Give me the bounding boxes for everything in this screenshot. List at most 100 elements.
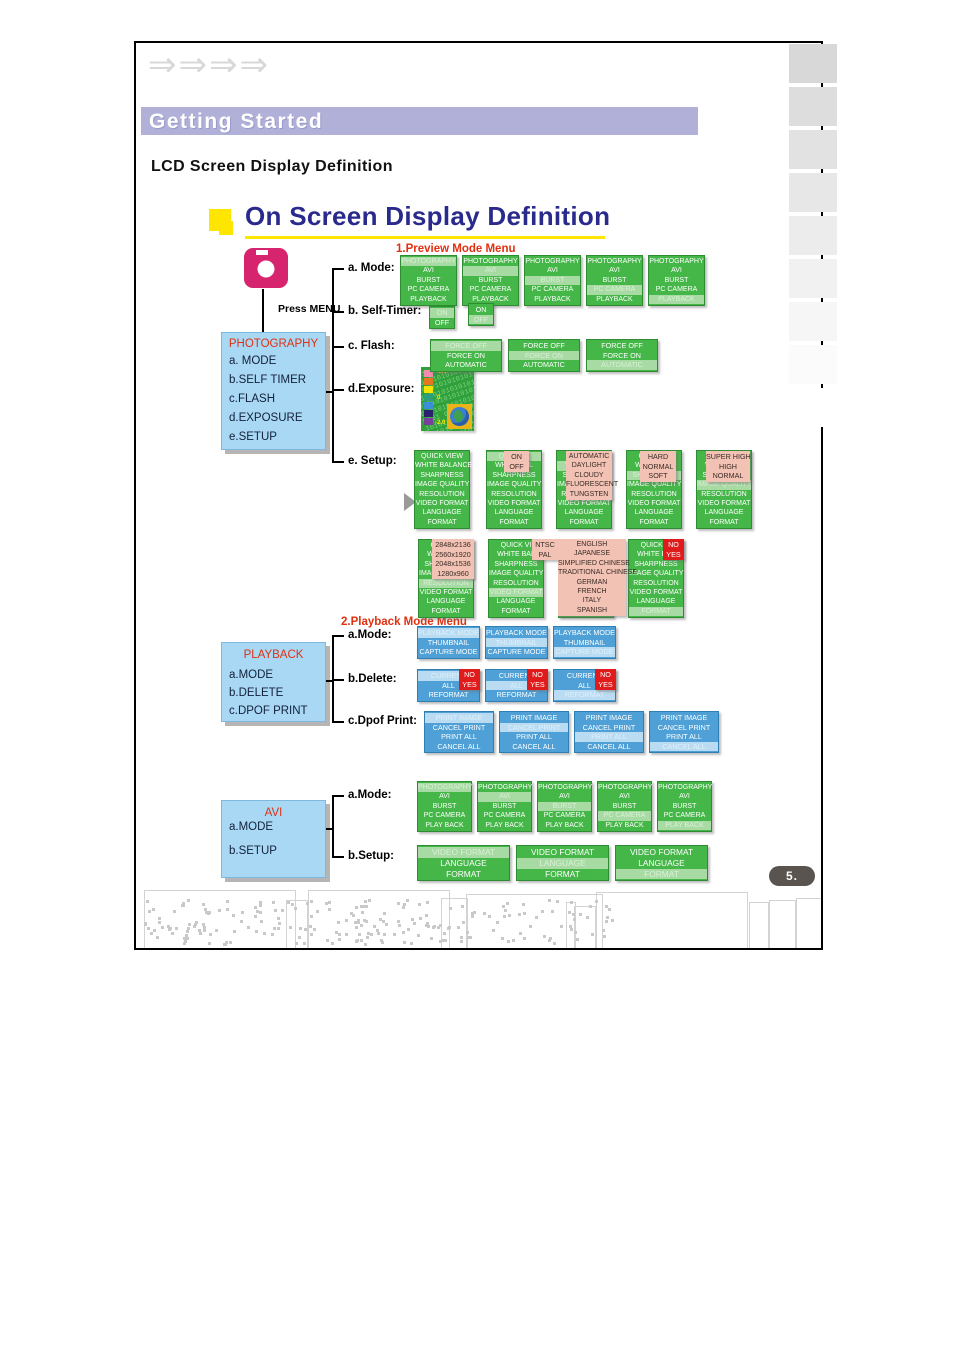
menu-option[interactable]: PLAY BACK bbox=[598, 821, 651, 830]
panel-item[interactable]: b.SELF TIMER bbox=[229, 374, 306, 386]
side-tab[interactable] bbox=[789, 173, 837, 212]
menu-option[interactable]: BURST bbox=[463, 276, 518, 285]
self-timer-chip[interactable]: ON OFF bbox=[468, 303, 494, 327]
menu-option[interactable]: FORMAT bbox=[629, 606, 683, 617]
setup-menu-chip[interactable]: QUICK VIEW WHITE BALANCE SHARPNESS IMAGE QU… bbox=[414, 450, 472, 530]
flash-menu-chip[interactable]: FORCE OFF FORCE ON AUTOMATIC bbox=[430, 339, 502, 372]
menu-option[interactable]: PC CAMERA bbox=[598, 811, 651, 821]
popup-option[interactable]: PAL bbox=[532, 550, 558, 560]
popup-option[interactable]: FRENCH bbox=[558, 587, 626, 596]
popup-option[interactable]: YES bbox=[595, 680, 616, 690]
menu-option[interactable]: PLAYBACK bbox=[649, 294, 704, 305]
menu-option[interactable]: CANCEL PRINT bbox=[500, 722, 568, 733]
menu-option[interactable]: VIDEO FORMAT bbox=[517, 847, 608, 858]
menu-option[interactable]: PC CAMERA bbox=[649, 285, 704, 294]
popup-option[interactable]: SIMPLIFIED CHINESE bbox=[558, 559, 630, 568]
quick-view-popup[interactable]: ON OFF bbox=[504, 451, 529, 473]
side-tab[interactable] bbox=[789, 216, 837, 255]
panel-item[interactable]: e.SETUP bbox=[229, 431, 277, 443]
menu-option[interactable]: PC CAMERA bbox=[538, 811, 591, 820]
menu-option[interactable]: RESOLUTION bbox=[415, 490, 469, 499]
menu-option[interactable]: FORMAT bbox=[415, 518, 469, 527]
menu-option[interactable]: AVI bbox=[401, 266, 456, 275]
menu-option[interactable]: PLAYBACK MODE bbox=[486, 628, 547, 638]
avi-setup-chip[interactable]: VIDEO FORMAT LANGUAGE FORMAT bbox=[516, 845, 609, 882]
menu-option[interactable]: AUTOMATIC bbox=[587, 360, 657, 370]
panel-item[interactable]: b.DELETE bbox=[229, 687, 283, 699]
popup-option[interactable]: AUTOMATIC bbox=[566, 452, 612, 461]
menu-option[interactable]: CANCEL PRINT bbox=[425, 723, 493, 733]
popup-option[interactable]: 1280x960 bbox=[432, 569, 474, 579]
menu-option[interactable]: CANCEL PRINT bbox=[575, 723, 643, 733]
popup-option[interactable]: TRADITIONAL CHINESE bbox=[558, 568, 637, 577]
menu-option[interactable]: PC CAMERA bbox=[525, 285, 580, 294]
menu-option[interactable]: WHITE BALANCE bbox=[415, 461, 472, 470]
menu-option[interactable]: VIDEO FORMAT bbox=[415, 499, 469, 508]
menu-option[interactable]: PLAYBACK bbox=[401, 295, 456, 304]
popup-option[interactable]: HIGH bbox=[706, 462, 750, 472]
menu-option[interactable]: CANCEL ALL bbox=[650, 741, 718, 752]
menu-option[interactable]: IMAGE QUALITY bbox=[629, 569, 683, 578]
menu-option[interactable]: PC CAMERA bbox=[587, 285, 642, 295]
menu-option[interactable]: PC CAMERA bbox=[401, 285, 456, 294]
menu-option[interactable]: PC CAMERA bbox=[478, 811, 531, 820]
popup-option[interactable]: SPANISH bbox=[558, 606, 626, 615]
playback-mode-chip[interactable]: PLAYBACK MODE THUMBNAIL CAPTURE MODE bbox=[485, 626, 548, 659]
panel-item[interactable]: a.MODE bbox=[229, 669, 273, 681]
popup-option[interactable]: SUPER HIGH bbox=[706, 452, 751, 462]
menu-option[interactable]: BURST bbox=[478, 802, 531, 811]
menu-option[interactable]: AVI bbox=[525, 266, 580, 275]
panel-item[interactable]: c.FLASH bbox=[229, 393, 275, 405]
avi-mode-chip[interactable]: PHOTOGRAPHY AVI BURST PC CAMERA PLAY BACK bbox=[477, 781, 532, 833]
avi-setup-chip[interactable]: VIDEO FORMAT LANGUAGE FORMAT bbox=[615, 845, 708, 882]
menu-option[interactable]: CAPTURE MODE bbox=[486, 647, 547, 657]
menu-option[interactable]: LANGUAGE bbox=[487, 508, 541, 517]
menu-option[interactable]: AVI bbox=[538, 792, 591, 801]
menu-option[interactable]: RESOLUTION bbox=[487, 490, 541, 499]
menu-option[interactable]: QUICK VIEW bbox=[415, 452, 469, 461]
menu-option[interactable]: THUMBNAIL bbox=[486, 637, 547, 648]
mode-menu-chip[interactable]: PHOTOGRAPHY AVI BURST PC CAMERA PLAYBACK bbox=[586, 255, 643, 307]
menu-option[interactable]: FORMAT bbox=[517, 869, 608, 880]
menu-option[interactable]: AVI bbox=[463, 266, 518, 276]
menu-option[interactable]: RESOLUTION bbox=[627, 490, 681, 499]
menu-option[interactable]: PLAYBACK MODE bbox=[418, 628, 479, 638]
popup-option[interactable]: ON bbox=[504, 452, 529, 462]
delete-confirm-popup[interactable]: NO YES bbox=[459, 669, 480, 691]
avi-mode-chip[interactable]: PHOTOGRAPHY AVI BURST PC CAMERA PLAY BACK bbox=[597, 781, 652, 833]
menu-option[interactable]: FORCE OFF bbox=[431, 341, 501, 351]
popup-option[interactable]: OFF bbox=[504, 462, 529, 472]
dpof-menu-chip[interactable]: PRINT IMAGE CANCEL PRINT PRINT ALL CANCEL A… bbox=[649, 711, 719, 754]
menu-option[interactable]: AVI bbox=[587, 266, 642, 275]
menu-option[interactable]: AVI bbox=[478, 792, 531, 802]
menu-option[interactable]: RESOLUTION bbox=[489, 579, 543, 588]
avi-mode-chip[interactable]: PHOTOGRAPHY AVI BURST PC CAMERA PLAY BACK bbox=[657, 781, 712, 833]
panel-item[interactable]: d.EXPOSURE bbox=[229, 412, 303, 424]
menu-option[interactable]: PRINT IMAGE bbox=[425, 713, 493, 723]
image-quality-popup[interactable]: SUPER HIGH HIGH NORMAL bbox=[706, 451, 751, 482]
menu-option[interactable]: FORCE ON bbox=[509, 350, 579, 361]
popup-option[interactable]: NO bbox=[459, 670, 480, 680]
menu-option[interactable]: PLAY BACK bbox=[418, 821, 471, 830]
side-tab[interactable] bbox=[789, 302, 837, 341]
menu-option[interactable]: ON bbox=[430, 308, 454, 318]
menu-option[interactable]: PRINT IMAGE bbox=[500, 713, 568, 723]
menu-option[interactable]: VIDEO FORMAT bbox=[418, 847, 509, 858]
menu-option[interactable]: FORMAT bbox=[627, 518, 681, 527]
menu-option[interactable]: AUTOMATIC bbox=[509, 360, 579, 370]
menu-option[interactable]: LANGUAGE bbox=[697, 508, 751, 517]
exposure-widget[interactable]: 0101010101010101010101010101010101010101… bbox=[421, 367, 474, 431]
white-balance-popup[interactable]: AUTOMATIC DAYLIGHT CLOUDY FLUORESCENT TUNGST… bbox=[566, 451, 618, 501]
menu-option[interactable]: SHARPNESS bbox=[629, 560, 683, 569]
popup-option[interactable]: JAPANESE bbox=[558, 549, 626, 558]
menu-option[interactable]: LANGUAGE bbox=[557, 508, 611, 517]
menu-option[interactable]: FORCE OFF bbox=[587, 341, 657, 351]
popup-option[interactable]: ITALY bbox=[558, 596, 626, 605]
menu-option[interactable]: AUTOMATIC bbox=[431, 360, 501, 370]
avi-mode-chip[interactable]: PHOTOGRAPHY AVI BURST PC CAMERA PLAY BACK bbox=[417, 781, 472, 833]
menu-option[interactable]: CANCEL PRINT bbox=[650, 723, 718, 733]
popup-option[interactable]: NTSC bbox=[532, 540, 558, 550]
menu-option[interactable]: LANGUAGE bbox=[627, 508, 681, 517]
popup-option[interactable]: NORMAL bbox=[640, 462, 676, 472]
popup-option[interactable]: DAYLIGHT bbox=[566, 461, 612, 470]
